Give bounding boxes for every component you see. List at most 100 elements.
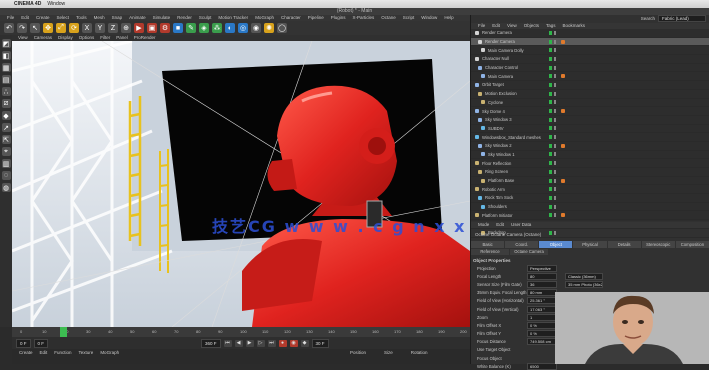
object-row[interactable]: Character Control [471,64,709,73]
axis-x-icon[interactable]: X [82,23,92,33]
next-key-icon[interactable]: ▷ [256,339,265,347]
render-dot-icon[interactable] [554,169,556,174]
attr-menu-user-data[interactable]: User Data [511,222,531,228]
texture-mode-icon[interactable]: ▦ [1,63,11,72]
axis-z-icon[interactable]: Z [108,23,118,33]
object-row[interactable]: Sky Window 1 [471,151,709,160]
tab-reference[interactable]: Reference [471,249,509,255]
move-tool-icon[interactable]: ✥ [43,23,53,33]
property-value-field[interactable]: 80 mm [527,289,557,297]
visibility-check-icon[interactable] [549,100,552,105]
visibility-check-icon[interactable] [549,39,552,44]
render-dot-icon[interactable] [554,48,556,53]
keyframe-selection-icon[interactable]: ◆ [300,339,309,347]
property-value-field[interactable]: 0 % [527,321,557,329]
render-dot-icon[interactable] [554,56,556,61]
property-value-field[interactable]: 36 [527,280,557,288]
mac-menu-window[interactable]: Window [47,1,65,7]
go-to-end-icon[interactable]: ⏭ [267,339,276,347]
property-value-field[interactable]: 25.361 ° [527,297,557,305]
record-icon[interactable]: ● [278,339,287,347]
property-value-field[interactable]: Perspective [527,264,557,272]
model-mode-icon[interactable]: ◧ [1,51,11,60]
render-dot-icon[interactable] [554,30,556,35]
soft-selection-icon[interactable]: ◌ [1,171,11,180]
object-row[interactable]: Sky Window 2 [471,142,709,151]
visibility-check-icon[interactable] [549,152,552,157]
render-dot-icon[interactable] [554,213,556,218]
render-dot-icon[interactable] [554,100,556,105]
visibility-check-icon[interactable] [549,30,552,35]
go-to-start-icon[interactable]: ⏮ [223,339,232,347]
previous-key-icon[interactable]: ◀ [234,339,243,347]
visibility-check-icon[interactable] [549,117,552,122]
light-icon[interactable]: ✺ [264,23,274,33]
object-row[interactable]: Main Camera Dolly [471,46,709,56]
timeline-playhead[interactable] [60,327,67,337]
render-dot-icon[interactable] [554,178,556,183]
make-editable-icon[interactable]: ◩ [1,39,11,48]
object-row[interactable]: SUBDIV [471,125,709,134]
workplane-icon[interactable]: ▤ [1,75,11,84]
tab-stereoscopic[interactable]: Stereoscopic [641,241,675,248]
axis-y-icon[interactable]: Y [95,23,105,33]
tab-details[interactable]: Details [607,241,641,248]
camera-icon[interactable]: ◉ [251,23,261,33]
visibility-check-icon[interactable] [549,161,552,166]
attr-menu-mode[interactable]: Mode [478,222,489,228]
render-dot-icon[interactable] [554,117,556,122]
object-row[interactable]: Sky Window 3 [471,116,709,125]
property-value-field[interactable]: 0 % [527,330,557,338]
object-row[interactable]: Platform Initiator [471,211,709,221]
scene-icon[interactable]: ◎ [238,23,248,33]
render-dot-icon[interactable] [554,109,556,114]
visibility-check-icon[interactable] [549,48,552,53]
render-dot-icon[interactable] [554,161,556,166]
render-dot-icon[interactable] [554,82,556,87]
tab-composition[interactable]: Composition [675,241,709,248]
render-dot-icon[interactable] [554,195,556,200]
object-row[interactable]: Windowsbox_Standard meshes [471,133,709,142]
tag-icon[interactable] [561,143,565,148]
property-preset-dropdown[interactable]: 35 mm Photo (36x24 mm) [565,280,603,288]
points-mode-icon[interactable]: ∴ [1,87,11,96]
visibility-check-icon[interactable] [549,143,552,148]
object-row[interactable]: Platform Base [471,177,709,186]
max-frame-field[interactable]: 360 F [201,338,221,348]
visibility-check-icon[interactable] [549,135,552,140]
visibility-check-icon[interactable] [549,187,552,192]
mat-menu-mograph[interactable]: MoGraph [100,349,119,364]
mat-menu-create[interactable]: Create [19,349,33,364]
visibility-check-icon[interactable] [549,74,552,79]
snap-icon[interactable]: ⌖ [1,147,11,156]
object-row[interactable]: Rock 'Em Sock [471,194,709,203]
coord-system-icon[interactable]: ⊕ [121,23,131,33]
object-row[interactable]: Sky Dome 4 [471,107,709,116]
edges-mode-icon[interactable]: ⧄ [1,99,11,108]
tag-icon[interactable] [561,178,565,183]
current-frame-field[interactable]: 0 F [16,338,31,348]
timeline-ruler[interactable]: 0102030405060708090100110120130140150160… [12,327,470,337]
render-dot-icon[interactable] [554,135,556,140]
undo-icon[interactable]: ↶ [4,23,14,33]
tag-icon[interactable] [561,109,565,114]
visibility-check-icon[interactable] [549,56,552,61]
render-dot-icon[interactable] [554,65,556,70]
property-preset-dropdown[interactable]: Classic (36mm) [565,272,603,280]
render-dot-icon[interactable] [554,230,556,235]
render-dot-icon[interactable] [554,91,556,96]
property-value-field[interactable]: 749.508 cm [527,338,557,346]
app-name[interactable]: CINEMA 4D [14,1,41,7]
lock-workplane-icon[interactable]: ▥ [1,159,11,168]
autokey-icon[interactable]: ◉ [289,339,298,347]
attr-menu-edit[interactable]: Edit [496,222,504,228]
octane-icon[interactable]: ◯ [277,23,287,33]
visibility-check-icon[interactable] [549,169,552,174]
render-dot-icon[interactable] [554,152,556,157]
property-value-field[interactable]: 80 [527,272,557,280]
tab-physical[interactable]: Physical [573,241,607,248]
visibility-check-icon[interactable] [549,195,552,200]
visibility-check-icon[interactable] [549,178,552,183]
cube-icon[interactable]: ■ [173,23,183,33]
tab-basic[interactable]: Basic [471,241,505,248]
